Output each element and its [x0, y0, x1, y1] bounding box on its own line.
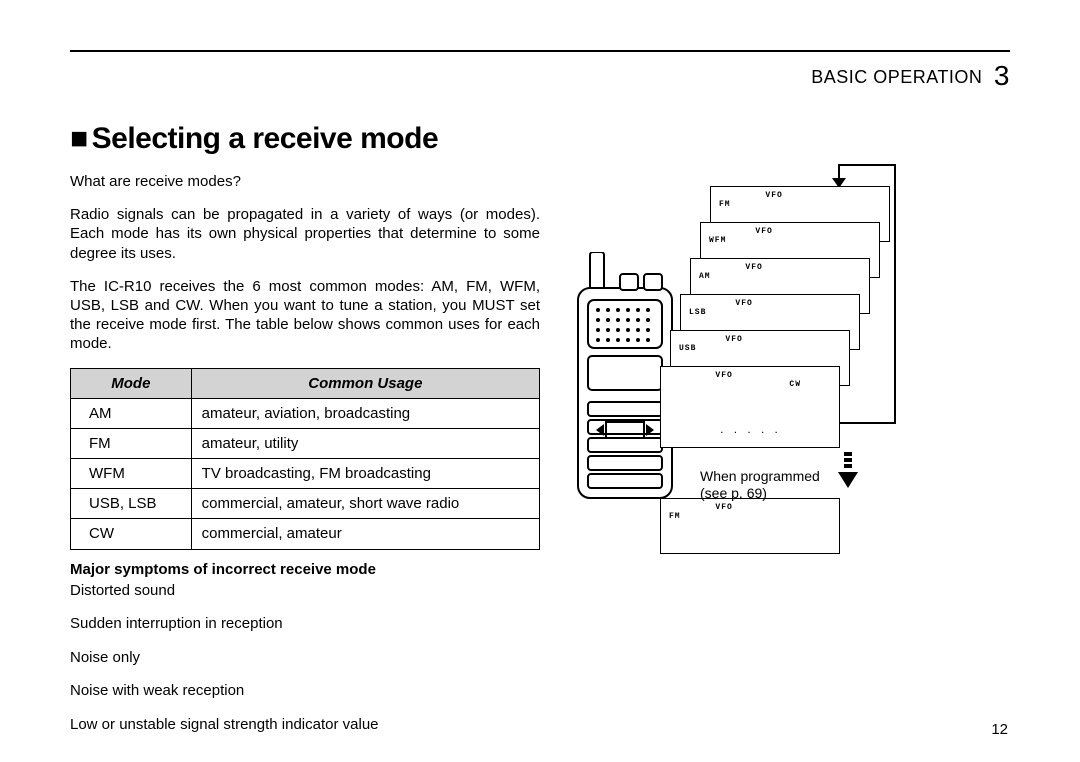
symptoms-heading: Major symptoms of incorrect receive mode: [70, 560, 540, 579]
mode-screens-stack: VFOFM VFOWFM VFOAM VFOLSB VFOUSB VFO CW …: [710, 172, 1010, 572]
table-row: USB, LSBcommercial, amateur, short wave …: [71, 489, 540, 519]
body-text-column: What are receive modes? Radio signals ca…: [70, 172, 540, 748]
table-row: FMamateur, utility: [71, 428, 540, 458]
symptom-item: Low or unstable signal strength indicato…: [70, 715, 540, 735]
mode-screen-programmed: VFO FM: [660, 498, 840, 554]
title-bullet-icon: ■: [70, 122, 88, 155]
diagram-caption: When programmed (see p. 69): [700, 468, 820, 502]
diagram-column: VFOFM VFOWFM VFOAM VFOLSB VFOUSB VFO CW …: [570, 172, 1010, 748]
page-title: ■Selecting a receive mode: [70, 122, 1010, 156]
symptom-item: Sudden interruption in reception: [70, 614, 540, 634]
col-head-mode: Mode: [71, 368, 192, 398]
ellipsis-icon: . . . . .: [669, 427, 831, 436]
symptom-item: Distorted sound: [70, 581, 540, 601]
symptom-item: Noise with weak reception: [70, 681, 540, 701]
chapter-number: 3: [994, 60, 1010, 91]
table-row: AMamateur, aviation, broadcasting: [71, 398, 540, 428]
table-row: CWcommercial, amateur: [71, 519, 540, 549]
mode-screen: VFO CW . . . . .: [660, 366, 840, 448]
intro-paragraph-1: Radio signals can be propagated in a var…: [70, 205, 540, 263]
table-row: WFMTV broadcasting, FM broadcasting: [71, 459, 540, 489]
symptom-item: Noise only: [70, 648, 540, 668]
col-head-usage: Common Usage: [191, 368, 539, 398]
intro-paragraph-2: The IC-R10 receives the 6 most common mo…: [70, 277, 540, 354]
flow-line: [840, 164, 896, 166]
flow-line: [840, 422, 896, 424]
chapter-header: BASIC OPERATION 3: [70, 60, 1010, 92]
arrow-down-thick-icon: [838, 452, 858, 492]
page-number: 12: [991, 721, 1008, 738]
intro-question: What are receive modes?: [70, 172, 540, 191]
section-name: BASIC OPERATION: [811, 67, 982, 87]
modes-table: Mode Common Usage AMamateur, aviation, b…: [70, 368, 540, 550]
